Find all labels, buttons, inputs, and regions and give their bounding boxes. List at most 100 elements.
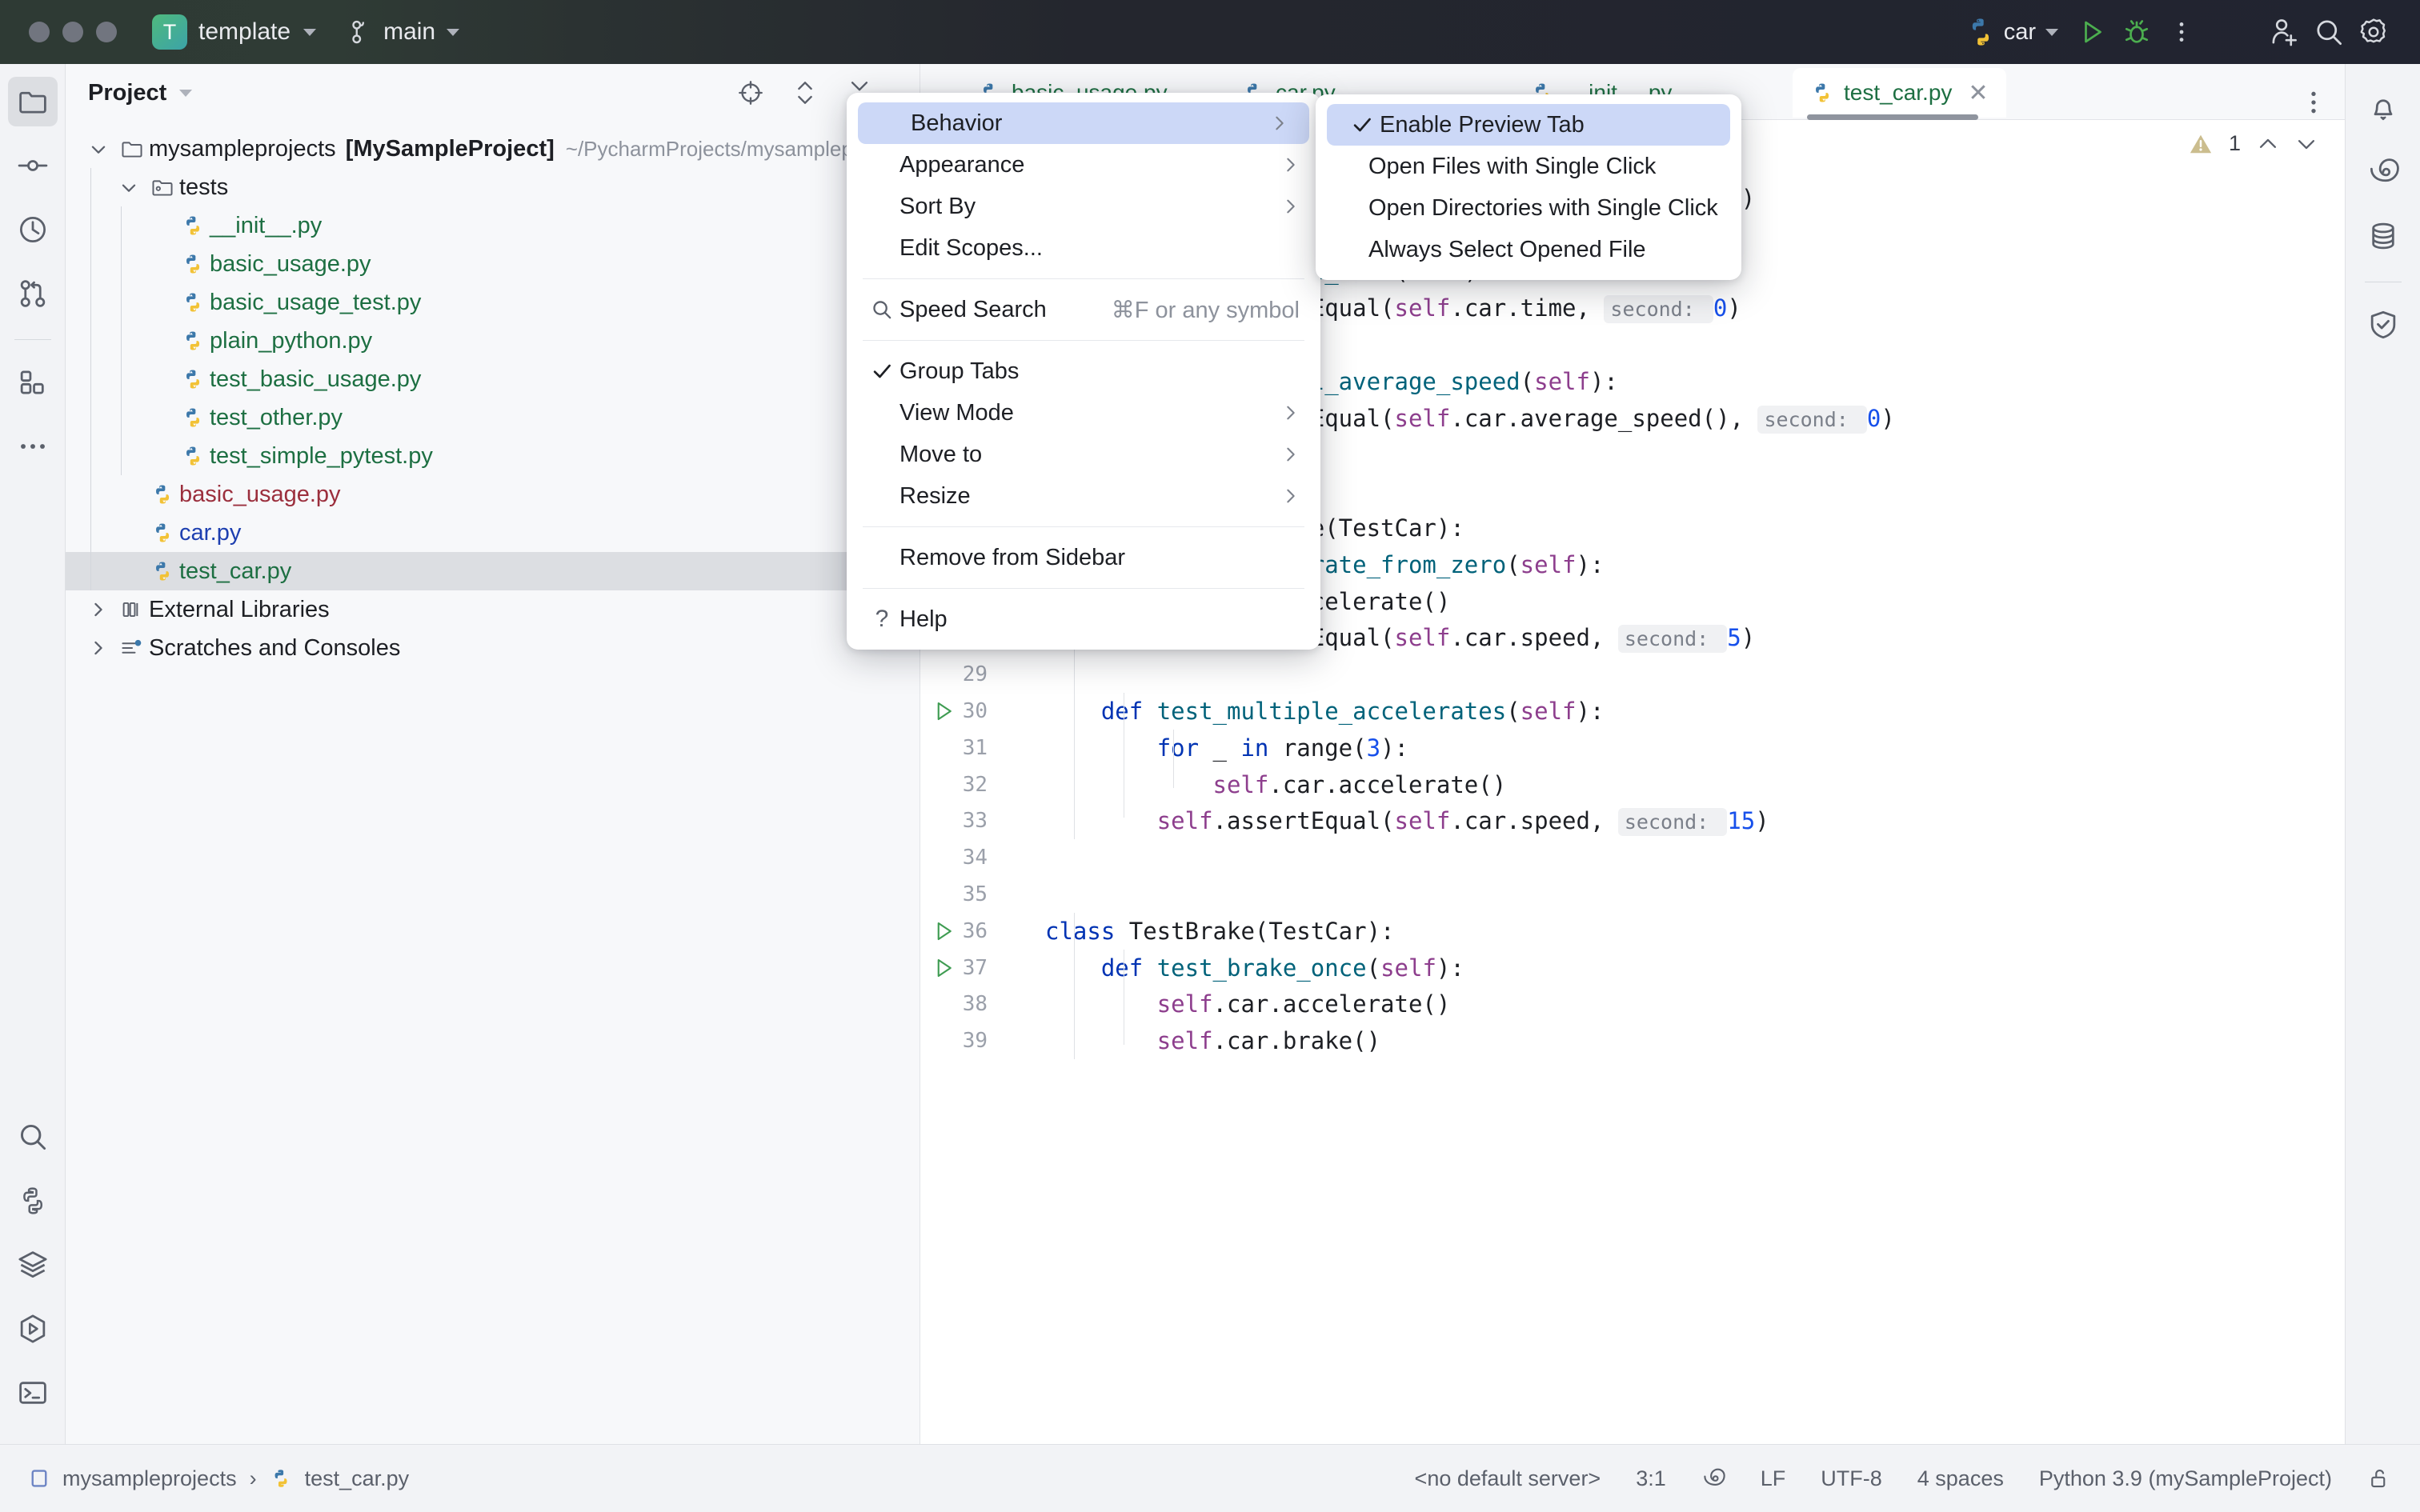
tree-item-car-py[interactable]: car.py — [66, 514, 920, 552]
sidebar-item-ai-assistant[interactable] — [2358, 147, 2408, 197]
breadcrumb[interactable]: mysampleprojects › test_car.py — [29, 1466, 409, 1491]
status-caret-position[interactable]: 3:1 — [1636, 1466, 1666, 1491]
more-actions-button[interactable] — [2159, 10, 2204, 54]
project-selector[interactable]: T template — [152, 14, 316, 50]
status-ai-indicator[interactable] — [1701, 1466, 1725, 1490]
sidebar-item-security[interactable] — [2358, 300, 2408, 350]
tree-item--init-py[interactable]: __init__.py — [66, 206, 920, 245]
window-controls[interactable] — [29, 22, 117, 42]
run-line-gutter-icon[interactable] — [932, 919, 956, 943]
select-opened-file-button[interactable] — [734, 76, 767, 110]
run-test-icon[interactable] — [932, 699, 956, 723]
run-line-gutter-icon[interactable] — [932, 956, 956, 980]
debug-button[interactable] — [2114, 10, 2159, 54]
menu-item-group-tabs[interactable]: Group Tabs — [847, 350, 1320, 392]
project-file-tree[interactable]: mysampleprojects[MySampleProject]~/Pycha… — [66, 122, 920, 667]
context-menu[interactable]: BehaviorAppearanceSort ByEdit Scopes... S… — [847, 93, 1320, 650]
tree-item-basic-usage-py[interactable]: basic_usage.py — [66, 475, 920, 514]
inspection-widget[interactable]: 1 — [2189, 131, 2318, 156]
code-line[interactable]: def test_multiple_accelerates(self): — [1045, 698, 1604, 725]
branch-selector[interactable]: main — [350, 18, 459, 46]
sidebar-item-find[interactable] — [8, 1112, 58, 1162]
sidebar-item-history[interactable] — [8, 205, 58, 254]
submenu-item-open-files-with-single-click[interactable]: Open Files with Single Click — [1316, 146, 1741, 187]
chevron-right-icon[interactable] — [88, 599, 109, 620]
status-readonly-toggle[interactable] — [2367, 1466, 2391, 1490]
sidebar-item-more[interactable] — [8, 422, 58, 471]
sidebar-item-terminal[interactable] — [8, 1368, 58, 1418]
breadcrumb-item-project[interactable]: mysampleprojects — [62, 1466, 237, 1491]
run-button[interactable] — [2069, 10, 2114, 54]
menu-item-move-to[interactable]: Move to — [847, 434, 1320, 475]
code-line[interactable]: for _ in range(3): — [1045, 734, 1408, 762]
chevron-up-icon[interactable] — [2257, 133, 2279, 155]
tree-item-basic-usage-test-py[interactable]: basic_usage_test.py — [66, 283, 920, 322]
status-file-encoding[interactable]: UTF-8 — [1821, 1466, 1882, 1491]
status-indent-setting[interactable]: 4 spaces — [1917, 1466, 2004, 1491]
sidebar-item-project[interactable] — [8, 77, 58, 126]
code-line[interactable]: class TestBrake(TestCar): — [1045, 918, 1395, 945]
menu-item-resize[interactable]: Resize — [847, 475, 1320, 517]
run-configuration-selector[interactable]: car — [1954, 10, 2069, 54]
maximize-window-button[interactable] — [96, 22, 117, 42]
sidebar-item-python-console[interactable] — [8, 1176, 58, 1226]
chevron-down-icon[interactable] — [88, 138, 109, 159]
run-test-icon[interactable] — [932, 919, 956, 943]
tree-item-scratches-and-consoles[interactable]: Scratches and Consoles — [66, 629, 920, 667]
code-line[interactable]: self.car.accelerate() — [1045, 990, 1450, 1018]
code-line[interactable]: self.assertEqual(self.car.speed, second:… — [1045, 807, 1769, 834]
tree-item-test-other-py[interactable]: test_other.py — [66, 398, 920, 437]
add-user-button[interactable] — [2262, 10, 2306, 54]
sidebar-item-notifications[interactable] — [2358, 83, 2408, 133]
tree-item-test-basic-usage-py[interactable]: test_basic_usage.py — [66, 360, 920, 398]
tree-item-basic-usage-py[interactable]: basic_usage.py — [66, 245, 920, 283]
tree-item-external-libraries[interactable]: External Libraries — [66, 590, 920, 629]
editor-tab-test-car-py[interactable]: test_car.py✕ — [1793, 68, 2006, 118]
status-line-separator[interactable]: LF — [1761, 1466, 1786, 1491]
chevron-down-icon[interactable] — [179, 90, 192, 97]
sidebar-item-packages[interactable] — [8, 1240, 58, 1290]
tree-expander[interactable] — [82, 138, 115, 159]
submenu-item-always-select-opened-file[interactable]: Always Select Opened File — [1316, 229, 1741, 270]
tree-item-plain-python-py[interactable]: plain_python.py — [66, 322, 920, 360]
chevron-down-icon[interactable] — [2295, 133, 2318, 155]
tree-item-tests[interactable]: tests — [66, 168, 920, 206]
submenu-item-open-directories-with-single-click[interactable]: Open Directories with Single Click — [1316, 187, 1741, 229]
sidebar-item-commit[interactable] — [8, 141, 58, 190]
close-window-button[interactable] — [29, 22, 50, 42]
menu-item-help[interactable]: ?Help — [847, 598, 1320, 640]
code-line[interactable]: self.car.accelerate() — [1045, 771, 1506, 798]
tree-expander[interactable] — [82, 638, 115, 658]
status-default-server[interactable]: <no default server> — [1415, 1466, 1601, 1491]
menu-item-view-mode[interactable]: View Mode — [847, 392, 1320, 434]
menu-item-speed-search[interactable]: Speed Search⌘F or any symbol — [847, 289, 1320, 330]
close-icon[interactable]: ✕ — [1968, 79, 1988, 107]
menu-item-remove-from-sidebar[interactable]: Remove from Sidebar — [847, 537, 1320, 578]
sidebar-item-plugins[interactable] — [8, 358, 58, 407]
status-bar-widgets[interactable]: <no default server>3:1LFUTF-84 spacesPyt… — [1415, 1466, 2391, 1491]
menu-item-behavior[interactable]: Behavior — [858, 102, 1309, 144]
menu-item-sort-by[interactable]: Sort By — [847, 186, 1320, 227]
chevron-right-icon[interactable] — [88, 638, 109, 658]
minimize-window-button[interactable] — [62, 22, 83, 42]
search-everywhere-button[interactable] — [2306, 10, 2351, 54]
run-test-icon[interactable] — [932, 956, 956, 980]
menu-item-edit-scopes[interactable]: Edit Scopes... — [847, 227, 1320, 269]
menu-item-appearance[interactable]: Appearance — [847, 144, 1320, 186]
tree-expander[interactable] — [82, 599, 115, 620]
tree-item-test-simple-pytest-py[interactable]: test_simple_pytest.py — [66, 437, 920, 475]
code-line[interactable]: self.car.brake() — [1045, 1027, 1380, 1054]
settings-button[interactable] — [2351, 10, 2396, 54]
chevron-down-icon[interactable] — [118, 177, 139, 198]
submenu-item-enable-preview-tab[interactable]: Enable Preview Tab — [1327, 104, 1730, 146]
sidebar-item-database[interactable] — [2358, 211, 2408, 261]
sidebar-item-pull-requests[interactable] — [8, 269, 58, 318]
run-line-gutter-icon[interactable] — [932, 699, 956, 723]
tree-item-mysampleprojects[interactable]: mysampleprojects[MySampleProject]~/Pycha… — [66, 130, 920, 168]
code-line[interactable]: def test_brake_once(self): — [1045, 954, 1464, 982]
expand-collapse-button[interactable] — [788, 76, 822, 110]
sidebar-item-run[interactable] — [8, 1304, 58, 1354]
behavior-submenu[interactable]: Enable Preview TabOpen Files with Single… — [1316, 94, 1741, 280]
tree-expander[interactable] — [112, 177, 146, 198]
tree-item-test-car-py[interactable]: test_car.py — [66, 552, 920, 590]
